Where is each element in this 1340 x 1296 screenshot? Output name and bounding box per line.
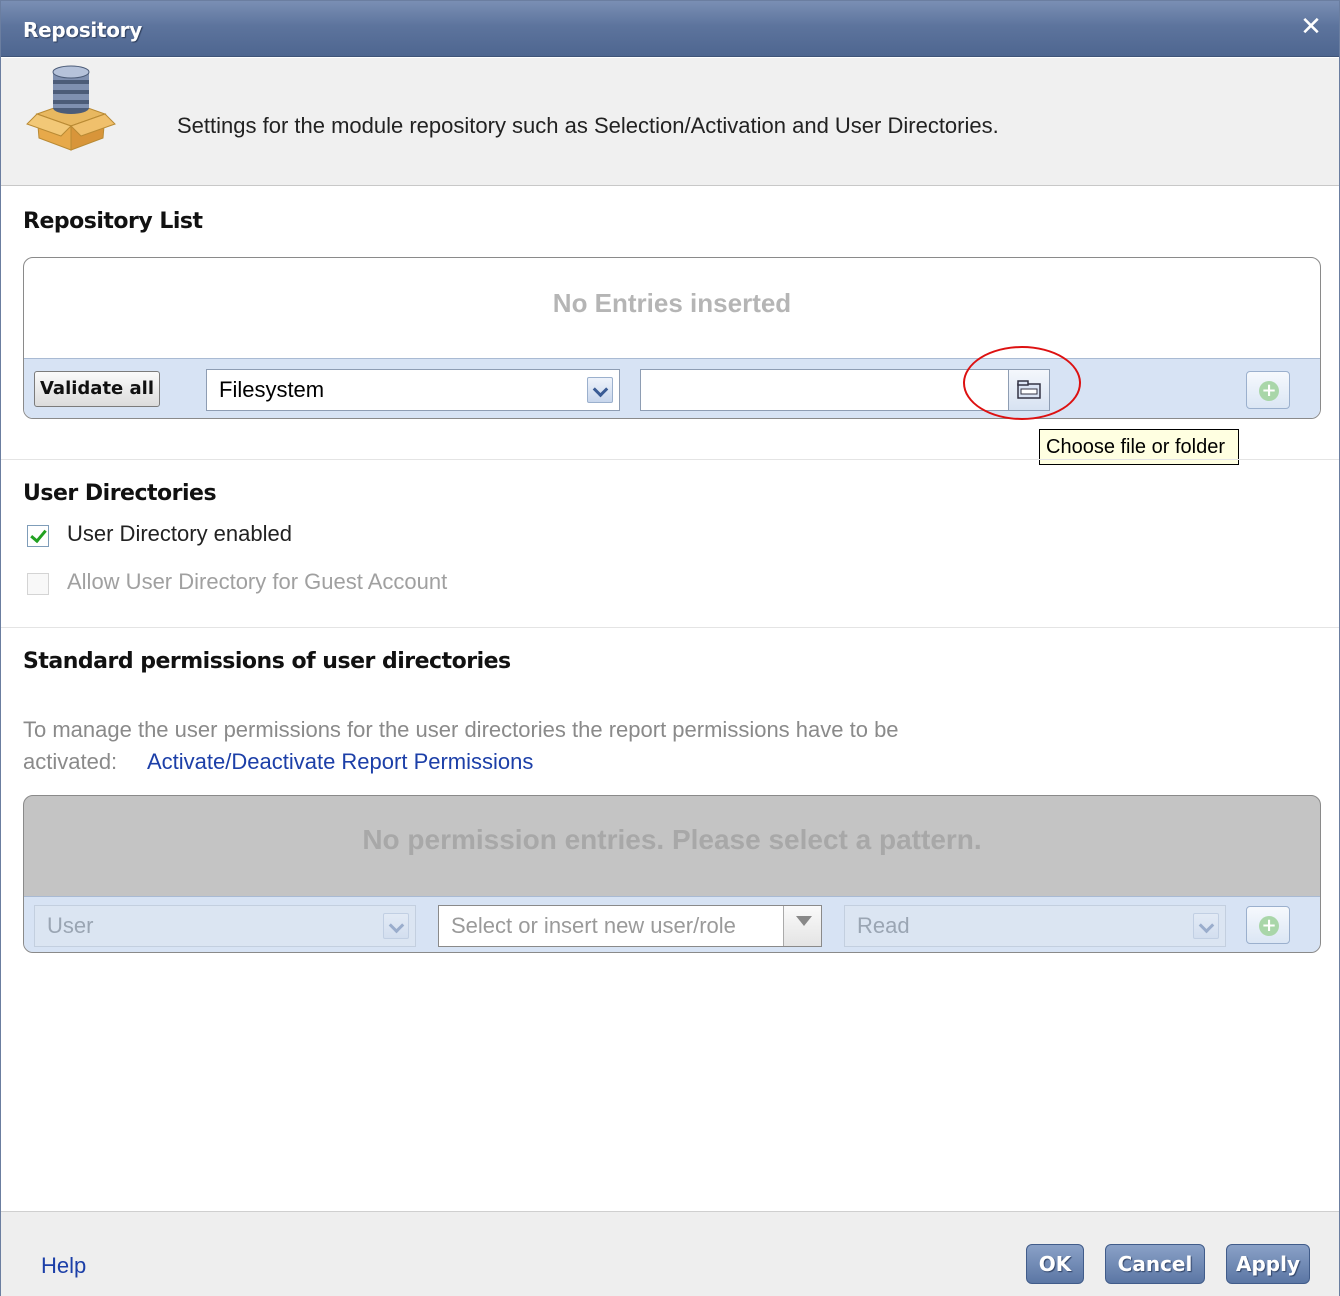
permission-level-select: Read	[844, 905, 1226, 947]
add-repository-button[interactable]: +	[1246, 371, 1290, 409]
guest-account-checkbox	[27, 573, 49, 595]
ok-button[interactable]: OK	[1026, 1244, 1084, 1284]
permissions-title: Standard permissions of user directories	[23, 649, 511, 674]
repository-dialog: Repository ✕ Settings for the module rep…	[0, 0, 1340, 1296]
permission-type-value: User	[47, 913, 94, 938]
repository-list-panel: No Entries inserted Validate all Filesys…	[23, 257, 1321, 419]
permissions-empty-text: No permission entries. Please select a p…	[362, 824, 982, 855]
user-directory-enabled-label[interactable]: User Directory enabled	[67, 521, 292, 547]
add-permission-button: +	[1246, 906, 1290, 944]
user-directories-title: User Directories	[23, 481, 217, 506]
add-icon: +	[1259, 916, 1279, 936]
user-role-placeholder: Select or insert new user/role	[451, 913, 736, 938]
apply-button[interactable]: Apply	[1226, 1244, 1310, 1284]
repository-type-value: Filesystem	[219, 377, 325, 402]
permission-level-value: Read	[857, 913, 910, 938]
dialog-header: Settings for the module repository such …	[1, 58, 1339, 186]
title-bar[interactable]: Repository ✕	[1, 1, 1339, 57]
user-role-select[interactable]: Select or insert new user/role	[438, 905, 822, 947]
caret-down-icon	[796, 916, 812, 926]
chevron-down-icon	[383, 913, 409, 939]
dropdown-button[interactable]	[783, 906, 821, 946]
guest-account-label: Allow User Directory for Guest Account	[67, 569, 448, 594]
permissions-info-prefix: activated:	[23, 749, 118, 774]
divider	[1, 459, 1339, 460]
user-directory-enabled-checkbox[interactable]	[27, 525, 49, 547]
repository-box-icon	[26, 65, 116, 151]
repository-toolbar: Validate all Filesystem +	[24, 358, 1320, 418]
permissions-panel: No permission entries. Please select a p…	[23, 795, 1321, 953]
permissions-info-line1: To manage the user permissions for the u…	[23, 717, 899, 742]
cancel-button[interactable]: Cancel	[1105, 1244, 1205, 1284]
validate-all-button[interactable]: Validate all	[34, 371, 160, 407]
repository-path-input[interactable]	[640, 369, 1008, 411]
activate-report-permissions-link[interactable]: Activate/Deactivate Report Permissions	[147, 749, 533, 775]
window-title: Repository	[23, 18, 142, 42]
permissions-toolbar: User Select or insert new user/role Read…	[24, 896, 1320, 952]
chevron-down-icon	[1193, 913, 1219, 939]
add-icon: +	[1259, 381, 1279, 401]
highlight-ring	[963, 346, 1081, 420]
permission-type-select: User	[34, 905, 416, 947]
close-icon[interactable]: ✕	[1299, 14, 1323, 40]
repository-list-title: Repository List	[23, 209, 203, 234]
help-link[interactable]: Help	[41, 1253, 86, 1279]
header-description: Settings for the module repository such …	[177, 113, 999, 138]
divider	[1, 627, 1339, 628]
repository-empty-text: No Entries inserted	[552, 288, 792, 318]
chevron-down-icon[interactable]	[587, 377, 613, 403]
repository-type-select[interactable]: Filesystem	[206, 369, 620, 411]
